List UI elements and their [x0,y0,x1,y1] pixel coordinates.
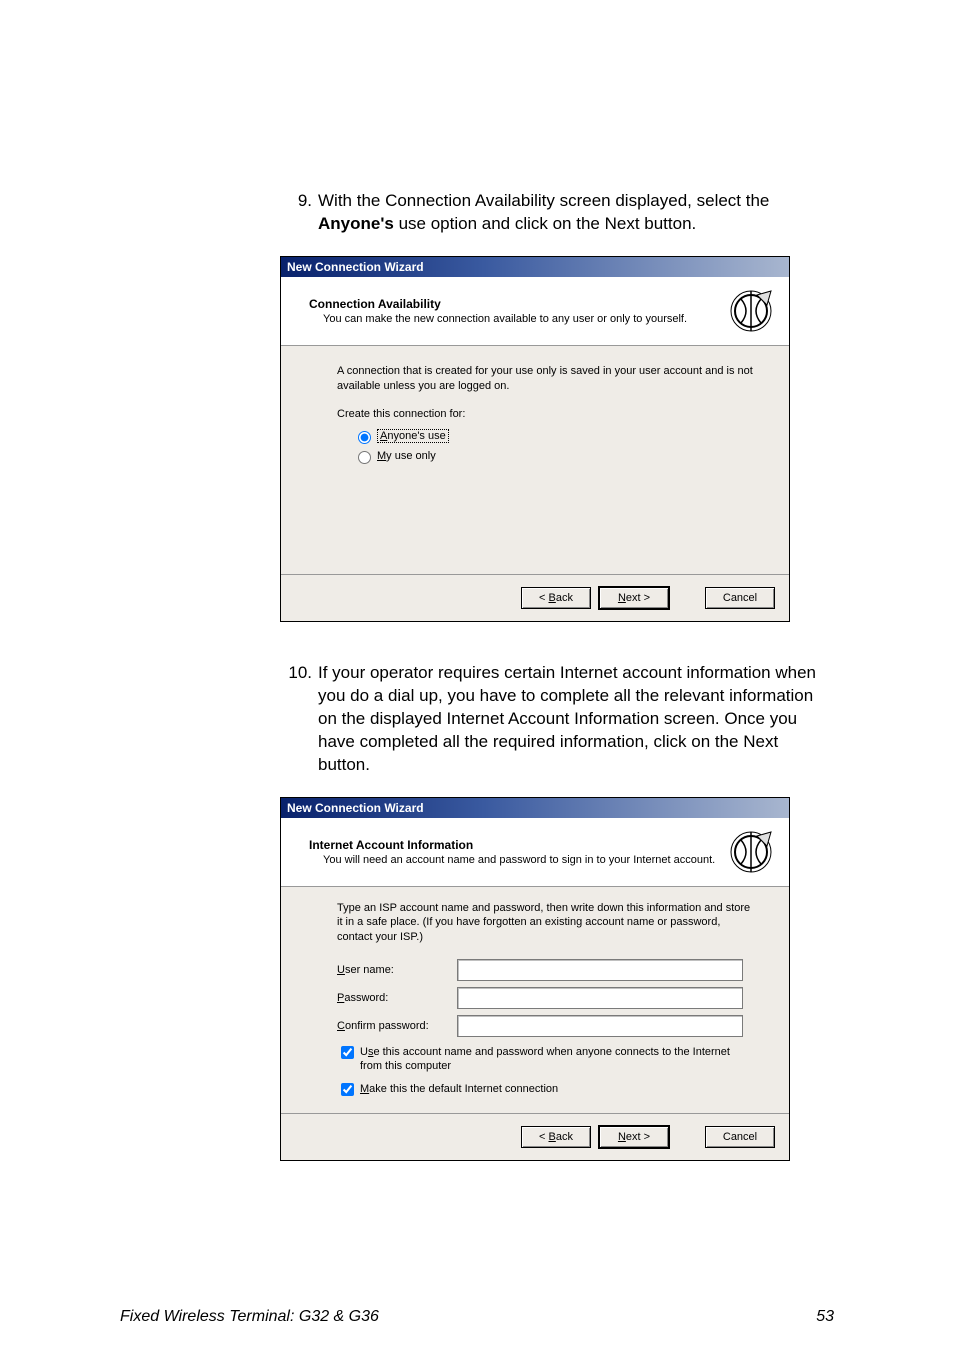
step-10-text: If your operator requires certain Intern… [318,662,834,777]
wizard2-footer: < Back Next > Cancel [281,1113,789,1160]
step-9-bold: Anyone's [318,214,394,233]
wizard1-footer: < Back Next > Cancel [281,574,789,621]
radio-anyones-use-label: Anyone's use [377,429,449,443]
confirm-password-field[interactable] [457,1015,743,1037]
wizard1-header-sub: You can make the new connection availabl… [309,313,729,325]
wizard-internet-account-information: New Connection Wizard Internet Account I… [280,797,790,1161]
make-default-connection-row[interactable]: Make this the default Internet connectio… [337,1082,753,1099]
wizard1-intro: A connection that is created for your us… [337,364,753,394]
cancel-button[interactable]: Cancel [705,1126,775,1148]
back-button[interactable]: < Back [521,587,591,609]
radio-my-use-only-input[interactable] [358,451,371,464]
password-field[interactable] [457,987,743,1009]
confirm-password-label: Confirm password: [337,1020,457,1032]
cancel-button[interactable]: Cancel [705,587,775,609]
footer-page-number: 53 [816,1308,834,1326]
step-9-text-pre: With the Connection Availability screen … [318,191,769,210]
radio-anyones-use[interactable]: Anyone's use [353,428,753,444]
wizard2-header: Internet Account Information You will ne… [281,818,789,887]
page-footer: Fixed Wireless Terminal: G32 & G36 53 [120,1308,834,1326]
use-account-for-anyone-row[interactable]: Use this account name and password when … [337,1045,753,1074]
step-9-text: With the Connection Availability screen … [318,190,834,236]
use-account-for-anyone-checkbox[interactable] [341,1046,354,1059]
step-10: 10. If your operator requires certain In… [280,662,834,777]
step-10-number: 10. [280,662,318,777]
next-button[interactable]: Next > [599,587,669,609]
make-default-connection-checkbox[interactable] [341,1083,354,1096]
radio-anyones-use-input[interactable] [358,431,371,444]
step-9-number: 9. [280,190,318,236]
username-label: User name: [337,964,457,976]
username-field[interactable] [457,959,743,981]
next-button[interactable]: Next > [599,1126,669,1148]
password-row: Password: [337,987,753,1009]
wizard2-intro: Type an ISP account name and password, t… [337,901,753,946]
username-row: User name: [337,959,753,981]
wizard2-header-sub: You will need an account name and passwo… [309,854,729,866]
confirm-password-row: Confirm password: [337,1015,753,1037]
network-wizard-icon [729,289,773,333]
network-wizard-icon [729,830,773,874]
wizard1-titlebar: New Connection Wizard [281,257,789,277]
password-label: Password: [337,992,457,1004]
footer-left: Fixed Wireless Terminal: G32 & G36 [120,1308,379,1326]
make-default-connection-label: Make this the default Internet connectio… [360,1082,558,1096]
wizard1-body: A connection that is created for your us… [281,346,789,574]
wizard-connection-availability: New Connection Wizard Connection Availab… [280,256,790,622]
use-account-for-anyone-label: Use this account name and password when … [360,1045,753,1074]
wizard2-body: Type an ISP account name and password, t… [281,887,789,1113]
radio-my-use-only-label: My use only [377,450,436,462]
radio-my-use-only[interactable]: My use only [353,448,753,464]
back-button[interactable]: < Back [521,1126,591,1148]
wizard2-titlebar: New Connection Wizard [281,798,789,818]
wizard2-header-title: Internet Account Information [309,838,729,852]
wizard1-header: Connection Availability You can make the… [281,277,789,346]
wizard1-group-label: Create this connection for: [337,408,753,420]
step-9: 9. With the Connection Availability scre… [280,190,834,236]
wizard1-header-title: Connection Availability [309,297,729,311]
step-9-text-post: use option and click on the Next button. [394,214,696,233]
